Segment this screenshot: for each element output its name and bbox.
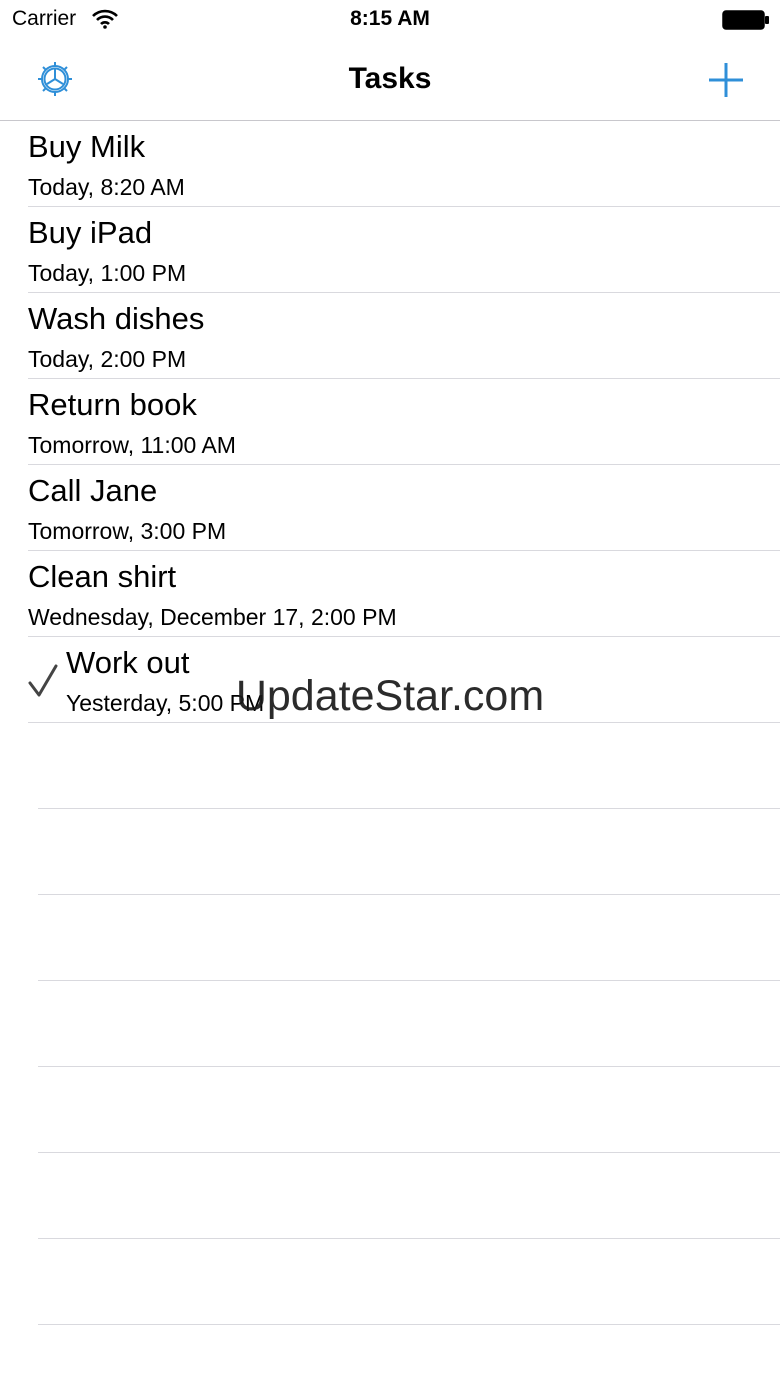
task-row[interactable]: Call Jane Tomorrow, 3:00 PM <box>28 465 780 551</box>
empty-row <box>38 723 780 809</box>
task-title: Wash dishes <box>28 301 205 336</box>
navigation-bar: Tasks <box>0 40 780 121</box>
task-row[interactable]: Buy Milk Today, 8:20 AM <box>28 121 780 207</box>
task-title: Buy iPad <box>28 215 153 250</box>
empty-row <box>38 1067 780 1153</box>
task-time: Wednesday, December 17, 2:00 PM <box>28 604 397 630</box>
status-time: 8:15 AM <box>350 7 430 30</box>
task-title: Buy Milk <box>28 129 146 164</box>
task-title: Call Jane <box>28 473 158 508</box>
task-row[interactable]: Clean shirt Wednesday, December 17, 2:00… <box>28 551 780 637</box>
task-time: Tomorrow, 11:00 AM <box>28 432 236 458</box>
empty-row <box>38 981 780 1067</box>
task-list: Buy Milk Today, 8:20 AM Buy iPad Today, … <box>0 121 780 1325</box>
task-time: Today, 2:00 PM <box>28 346 187 372</box>
task-title: Return book <box>28 387 197 422</box>
task-row-completed[interactable]: Work out Yesterday, 5:00 PM <box>28 637 780 723</box>
empty-row <box>38 1239 780 1325</box>
plus-icon[interactable] <box>706 60 746 100</box>
page-title: Tasks <box>348 62 432 95</box>
checkmark-icon <box>28 664 58 697</box>
status-bar: Carrier 8:15 AM <box>0 0 780 40</box>
task-row[interactable]: Wash dishes Today, 2:00 PM <box>28 293 780 379</box>
task-row[interactable]: Return book Tomorrow, 11:00 AM <box>28 379 780 465</box>
empty-row <box>38 895 780 981</box>
empty-row <box>38 809 780 895</box>
battery-icon <box>722 10 769 30</box>
task-time: Tomorrow, 3:00 PM <box>28 518 227 544</box>
task-time: Today, 8:20 AM <box>28 174 185 200</box>
task-title: Work out <box>66 645 190 680</box>
empty-row <box>38 1153 780 1239</box>
task-title: Clean shirt <box>28 559 177 594</box>
task-row[interactable]: Buy iPad Today, 1:00 PM <box>28 207 780 293</box>
task-time: Today, 1:00 PM <box>28 260 187 286</box>
task-time: Yesterday, 5:00 PM <box>66 690 265 716</box>
